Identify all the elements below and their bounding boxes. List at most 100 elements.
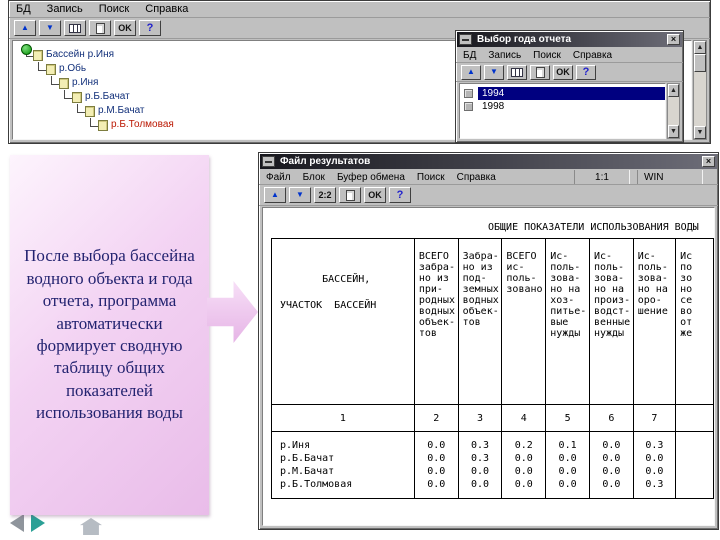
- scroll-down-icon: ▼: [696, 129, 704, 136]
- table-column-number: [675, 404, 714, 432]
- tree-item[interactable]: р.Иня: [72, 77, 98, 89]
- system-menu-icon[interactable]: [459, 34, 472, 45]
- ok-button[interactable]: OK: [114, 20, 136, 36]
- table-column-number: 4: [501, 404, 547, 432]
- ok-label: OK: [556, 66, 570, 77]
- table-column-header: Ис- поль- зова- но на хоз- питье- вые ну…: [545, 238, 590, 405]
- menu-item[interactable]: Буфер обмена: [337, 172, 405, 183]
- table-cell-value: 0.0: [413, 478, 459, 499]
- table-row-name: р.Б.Толмовая: [271, 478, 415, 499]
- down-arrow-button[interactable]: ▼: [39, 20, 61, 36]
- grid-icon: [69, 23, 81, 33]
- tree-node-icon: [72, 92, 82, 103]
- menu-item[interactable]: Поиск: [533, 50, 561, 61]
- menu-item[interactable]: Запись: [47, 3, 83, 15]
- grid-icon: [511, 67, 523, 77]
- menu-item[interactable]: Запись: [488, 50, 521, 61]
- table-cell-value: 0.0: [632, 465, 677, 478]
- scroll-up-button[interactable]: ▲: [694, 41, 706, 54]
- table-row-name: р.Б.Бачат: [271, 452, 415, 465]
- menu-item[interactable]: Поиск: [99, 3, 129, 15]
- results-titlebar: Файл результатов ×: [260, 154, 717, 169]
- tree-node-icon: [85, 106, 95, 117]
- menu-item[interactable]: Справка: [457, 172, 496, 183]
- year-list: 1994 1998: [459, 83, 666, 139]
- tree-item[interactable]: р.Обь: [59, 63, 86, 75]
- system-menu-icon[interactable]: [262, 156, 275, 167]
- up-arrow-button[interactable]: ▲: [461, 64, 481, 80]
- ok-button[interactable]: OK: [364, 187, 386, 203]
- document-button[interactable]: [89, 20, 111, 36]
- help-button[interactable]: ?: [389, 187, 411, 203]
- page-mode-label: 2:2: [318, 189, 332, 200]
- scroll-down-button[interactable]: ▼: [694, 126, 706, 139]
- document-button[interactable]: [339, 187, 361, 203]
- table-column-number: 3: [457, 404, 503, 432]
- up-arrow-button[interactable]: ▲: [14, 20, 36, 36]
- mode-indicator: WIN: [637, 170, 703, 184]
- down-arrow-button[interactable]: ▼: [289, 187, 311, 203]
- year-window-title: Выбор года отчета: [477, 34, 572, 45]
- table-cell-value: 0.0: [632, 452, 677, 465]
- table-cell-value: 0.0: [501, 452, 547, 465]
- table-row-name: р.М.Бачат: [271, 465, 415, 478]
- tree-item[interactable]: Бассейн р.Иня: [46, 49, 114, 61]
- results-window: Файл результатов × Файл Блок Буфер обмена П…: [258, 152, 719, 530]
- menu-item[interactable]: БД: [16, 3, 31, 15]
- table-cell-value: [675, 452, 714, 465]
- year-label: 1994: [478, 87, 665, 100]
- scroll-down-button[interactable]: ▼: [668, 125, 679, 138]
- menu-item[interactable]: Справка: [145, 3, 188, 15]
- tree-item[interactable]: р.М.Бачат: [98, 105, 144, 117]
- report-heading: ОБЩИЕ ПОКАЗАТЕЛИ ИСПОЛЬЗОВАНИЯ ВОДЫ: [488, 222, 699, 233]
- table-column-header: Ис- поль- зова- но на оро- шение: [632, 238, 677, 405]
- help-button[interactable]: ?: [139, 20, 161, 36]
- table-cell-value: [675, 465, 714, 478]
- table-cell-value: 0.0: [501, 478, 547, 499]
- table-cell-value: 0.0: [501, 465, 547, 478]
- tree-connector: [38, 62, 46, 71]
- page-mode-button[interactable]: 2:2: [314, 187, 336, 203]
- document-icon: [535, 66, 545, 78]
- menu-item[interactable]: Справка: [573, 50, 612, 61]
- scroll-down-icon: ▼: [670, 128, 677, 135]
- table-cell-value: 0.0: [545, 452, 590, 465]
- up-arrow-button[interactable]: ▲: [264, 187, 286, 203]
- table-cell-value: 0.3: [457, 452, 503, 465]
- tree-item[interactable]: р.Б.Бачат: [85, 91, 130, 103]
- close-button[interactable]: ×: [702, 156, 715, 167]
- year-scrollbar[interactable]: ▲ ▼: [667, 83, 680, 139]
- up-arrow-icon: ▲: [21, 23, 29, 32]
- results-menubar: Файл Блок Буфер обмена Поиск Справка 1:1 WIN: [259, 170, 718, 185]
- document-button[interactable]: [530, 64, 550, 80]
- tree-item[interactable]: р.Б.Толмовая: [111, 119, 174, 131]
- table-row: р.Иня 0.0 0.3 0.2 0.1 0.0 0.3: [271, 431, 714, 452]
- table-row: р.Б.Бачат 0.0 0.3 0.0 0.0 0.0 0.0: [271, 452, 714, 465]
- grid-view-button[interactable]: [507, 64, 527, 80]
- menu-item[interactable]: Файл: [266, 172, 291, 183]
- year-list-item[interactable]: 1998: [460, 100, 665, 113]
- help-button[interactable]: ?: [576, 64, 596, 80]
- ok-button[interactable]: OK: [553, 64, 573, 80]
- grid-view-button[interactable]: [64, 20, 86, 36]
- down-arrow-button[interactable]: ▼: [484, 64, 504, 80]
- prev-slide-button[interactable]: [10, 514, 24, 532]
- menu-item[interactable]: Блок: [303, 172, 325, 183]
- home-button[interactable]: [80, 518, 102, 535]
- table-cell-value: 0.0: [413, 431, 459, 452]
- down-arrow-icon: ▼: [490, 67, 498, 76]
- tree-node-icon: [98, 120, 108, 131]
- ok-label: OK: [118, 22, 132, 33]
- close-button[interactable]: ×: [667, 34, 680, 45]
- next-slide-button[interactable]: [31, 514, 45, 532]
- table-column-number: 6: [588, 404, 634, 432]
- table-column-header: Ис по зо но се во от же: [675, 238, 714, 405]
- results-table: БАССЕЙН, УЧАСТОК БАССЕЙН ВСЕГО забра- но …: [271, 238, 714, 499]
- year-list-item[interactable]: 1994: [460, 87, 665, 100]
- tree-scrollbar[interactable]: ▲ ▼: [693, 40, 707, 140]
- year-titlebar: Выбор года отчета ×: [457, 32, 682, 47]
- menu-item[interactable]: Поиск: [417, 172, 445, 183]
- scroll-up-button[interactable]: ▲: [668, 84, 679, 97]
- scroll-thumb[interactable]: [694, 54, 706, 72]
- menu-item[interactable]: БД: [463, 50, 476, 61]
